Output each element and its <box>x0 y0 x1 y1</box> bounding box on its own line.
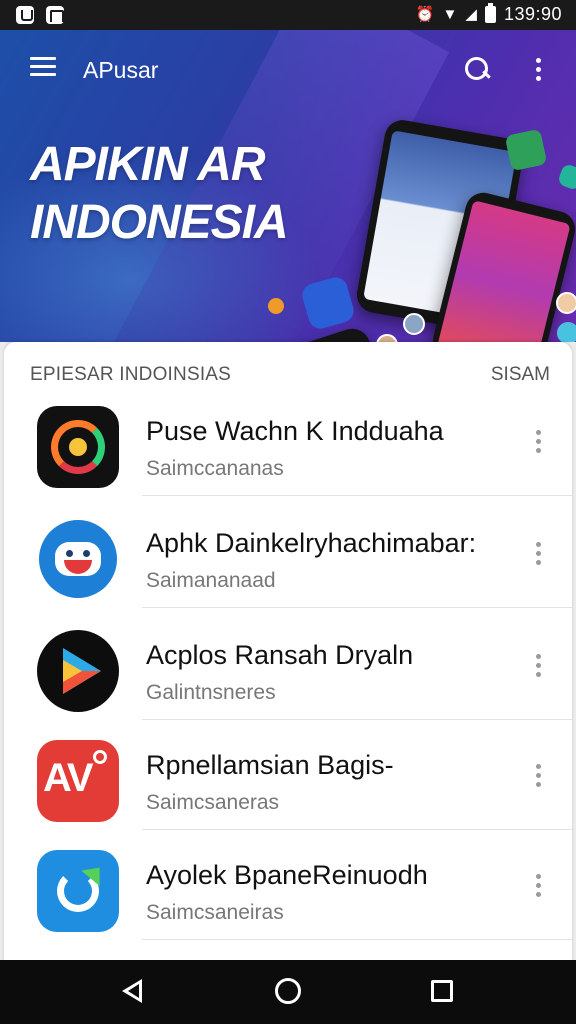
recent-apps-icon[interactable] <box>431 980 453 1002</box>
app-subtitle: Saimcsaneras <box>146 791 280 814</box>
status-time: 139:90 <box>503 4 562 24</box>
robot-logo-icon <box>37 518 119 600</box>
avatar-illustration <box>376 334 398 342</box>
more-vert-icon[interactable] <box>536 654 542 680</box>
app-subtitle: Saimcsaneiras <box>146 901 284 924</box>
divider <box>142 495 572 496</box>
notification-icon <box>16 6 34 24</box>
play-logo-icon <box>37 630 119 712</box>
headline-line: APIKIN AR <box>30 138 266 191</box>
home-icon[interactable] <box>275 978 301 1004</box>
app-name: Rpnellamsian Bagis- <box>146 750 394 780</box>
more-vert-icon[interactable] <box>536 874 542 900</box>
status-indicators: ⏰ ▼ ◢ 139:90 <box>415 3 562 25</box>
navigation-bar <box>0 960 576 1024</box>
app-subtitle: Saimccananas <box>146 457 284 480</box>
app-name: Ayolek BpaneReinuodh <box>146 860 428 890</box>
sync-logo-icon <box>37 850 119 932</box>
more-vert-icon[interactable] <box>536 58 542 82</box>
more-vert-icon[interactable] <box>536 430 542 456</box>
app-subtitle: Saimananaad <box>146 569 276 592</box>
app-list-item[interactable]: Acplos Ransah Dryaln Galintnsneres <box>4 610 572 720</box>
menu-icon[interactable] <box>30 57 56 77</box>
alarm-icon: ⏰ <box>415 5 435 23</box>
more-vert-icon[interactable] <box>536 764 542 790</box>
app-tile-illustration <box>504 128 548 172</box>
banner-headline: APIKIN AR INDONESIA <box>30 136 289 252</box>
app-subtitle: Galintnsneres <box>146 681 276 704</box>
search-icon[interactable] <box>465 57 491 83</box>
app-tile-illustration <box>557 322 576 342</box>
status-bar: ⏰ ▼ ◢ 139:90 <box>0 0 576 30</box>
av-logo-icon: AV <box>37 740 119 822</box>
app-list-item[interactable]: Ayolek BpaneReinuodh Saimcsaneiras <box>4 830 572 940</box>
divider <box>142 607 572 608</box>
app-name: Puse Wachn K Indduaha <box>146 416 444 446</box>
avatar-illustration <box>403 313 425 335</box>
ring-logo-icon <box>37 406 119 488</box>
notification-icon <box>46 6 64 24</box>
app-list-item[interactable]: AV Rpnellamsian Bagis- Saimcsaneras <box>4 720 572 830</box>
status-notifications <box>16 6 64 24</box>
app-name: Aphk Dainkelryhachimabar: <box>146 528 477 558</box>
app-list-item[interactable]: Aphk Dainkelryhachimabar: Saimananaad <box>4 498 572 608</box>
app-name: Acplos Ransah Dryaln <box>146 640 414 670</box>
wifi-icon: ▼ <box>442 5 458 23</box>
app-list-item[interactable]: Puse Wachn K Indduaha Saimccananas <box>4 386 572 496</box>
see-all-link[interactable]: SISAM <box>491 364 550 386</box>
app-list-card: EPIESAR INDOINSIAS SISAM Puse Wachn K In… <box>4 342 572 982</box>
app-title: APusar <box>83 57 159 83</box>
more-vert-icon[interactable] <box>536 542 542 568</box>
headline-line: INDONESIA <box>30 196 289 249</box>
header-banner: APusar APIKIN AR INDONESIA <box>0 30 576 342</box>
back-icon[interactable] <box>122 979 142 1003</box>
signal-icon: ◢ <box>465 5 477 23</box>
section-title: EPIESAR INDOINSIAS <box>30 364 232 385</box>
avatar-illustration <box>556 292 576 314</box>
app-tile-illustration <box>556 162 576 192</box>
battery-icon <box>484 3 496 23</box>
